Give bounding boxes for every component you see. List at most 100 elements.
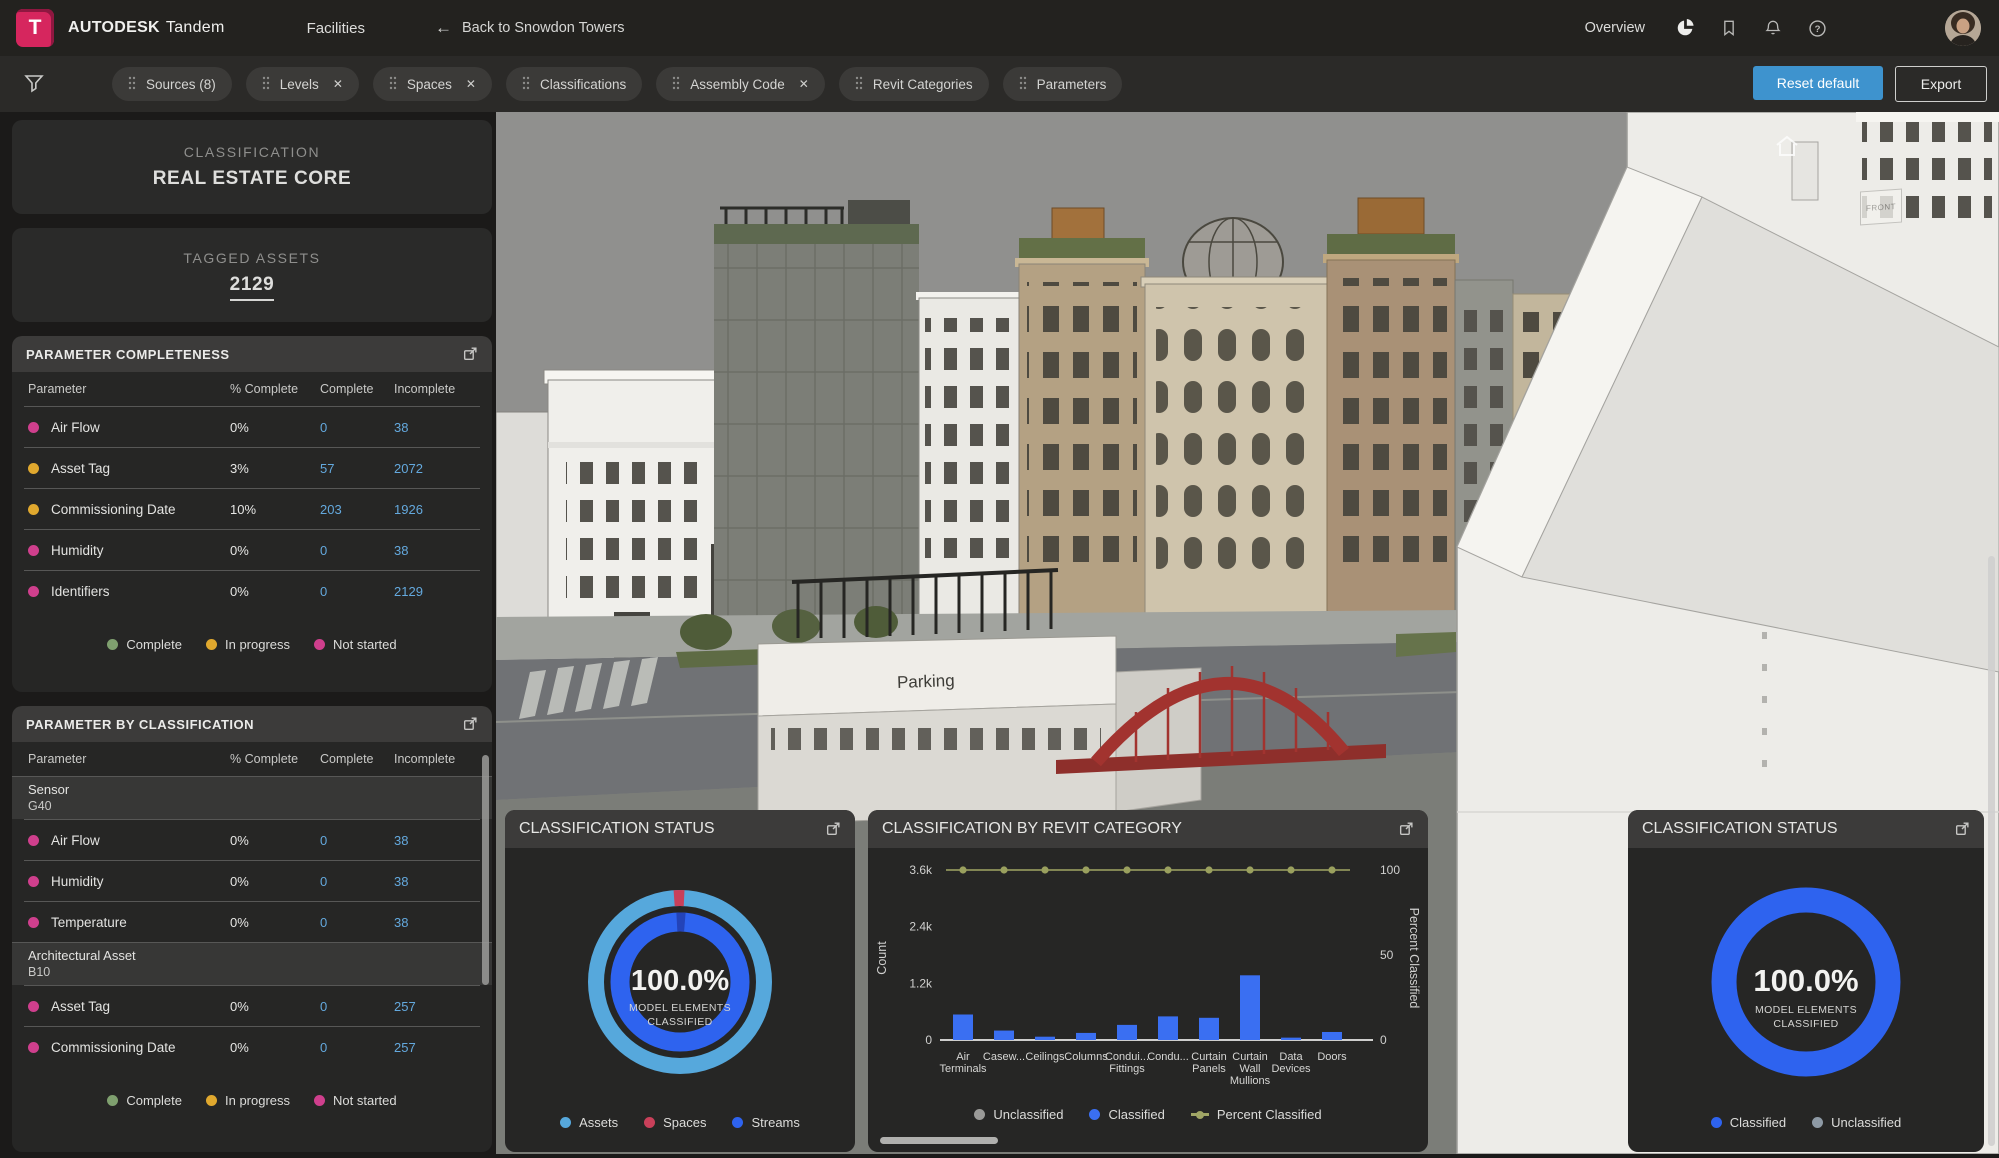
- legend-label: Complete: [126, 1093, 182, 1108]
- bookmark-icon[interactable]: [1717, 16, 1741, 40]
- open-in-new-icon[interactable]: [1954, 821, 1970, 837]
- svg-text:100: 100: [1380, 863, 1400, 877]
- bar-curtain-wall-mullions[interactable]: [1240, 975, 1260, 1040]
- incomplete-count-link[interactable]: 257: [394, 1040, 416, 1055]
- filter-funnel-icon[interactable]: [22, 72, 46, 96]
- remove-chip-icon[interactable]: ✕: [799, 77, 809, 91]
- complete-count-link[interactable]: 0: [320, 420, 327, 435]
- status-dot: [28, 835, 39, 846]
- legend-swatch: [107, 639, 118, 650]
- panel-scrollbar-thumb[interactable]: [482, 755, 489, 985]
- filter-chip-parameters[interactable]: Parameters: [1003, 67, 1123, 101]
- insights-pie-icon[interactable]: [1673, 16, 1697, 40]
- filter-chip-sources-8[interactable]: Sources (8): [112, 67, 232, 101]
- legend-item-not-started[interactable]: Not started: [314, 1093, 397, 1108]
- legend-item-unclassified[interactable]: Unclassified: [974, 1107, 1063, 1122]
- column-header-complete: % Complete: [230, 382, 320, 396]
- incomplete-count-link[interactable]: 2129: [394, 584, 423, 599]
- incomplete-count-link[interactable]: 38: [394, 874, 408, 889]
- bar-doors[interactable]: [1322, 1032, 1342, 1040]
- complete-count-link[interactable]: 0: [320, 543, 327, 558]
- incomplete-count-link[interactable]: 1926: [394, 502, 423, 517]
- classification-status-panel-right: CLASSIFICATION STATUS 100.0% MODEL ELEME…: [1628, 810, 1984, 1152]
- filter-chip-levels[interactable]: Levels✕: [246, 67, 359, 101]
- back-link-label: Back to Snowdon Towers: [462, 20, 625, 36]
- complete-count-link[interactable]: 57: [320, 461, 334, 476]
- reset-default-button[interactable]: Reset default: [1753, 66, 1883, 100]
- legend-item-in-progress[interactable]: In progress: [206, 1093, 290, 1108]
- svg-text:Count: Count: [875, 941, 889, 975]
- revit-category-header: CLASSIFICATION BY REVIT CATEGORY: [868, 810, 1428, 848]
- left-sidebar: CLASSIFICATION REAL ESTATE CORE TAGGED A…: [12, 120, 492, 1158]
- complete-count-link[interactable]: 203: [320, 502, 342, 517]
- category-label-curtain-wall-mullions: CurtainWallMullions: [1230, 1051, 1271, 1087]
- view-cube[interactable]: FRONT: [1854, 186, 1906, 230]
- bar-data-devices[interactable]: [1281, 1038, 1301, 1040]
- bar-condui-fittings[interactable]: [1117, 1025, 1137, 1040]
- legend-item-streams[interactable]: Streams: [732, 1115, 799, 1130]
- open-in-new-icon[interactable]: [1398, 821, 1414, 837]
- svg-text:Percent Classified: Percent Classified: [1407, 908, 1421, 1009]
- legend-label: Classified: [1108, 1107, 1164, 1122]
- view-cube-front-face[interactable]: FRONT: [1860, 189, 1902, 226]
- incomplete-count-link[interactable]: 2072: [394, 461, 423, 476]
- legend-item-complete[interactable]: Complete: [107, 637, 182, 652]
- bar-curtain-panels[interactable]: [1199, 1018, 1219, 1040]
- bar-air-terminals[interactable]: [953, 1015, 973, 1041]
- incomplete-count-link[interactable]: 38: [394, 543, 408, 558]
- complete-count-link[interactable]: 0: [320, 833, 327, 848]
- complete-count-link[interactable]: 0: [320, 915, 327, 930]
- complete-count-link[interactable]: 0: [320, 999, 327, 1014]
- group-code: B10: [28, 964, 476, 980]
- bar-columns[interactable]: [1076, 1033, 1096, 1040]
- filter-chip-revit-categories[interactable]: Revit Categories: [839, 67, 989, 101]
- drag-handle-icon: [522, 76, 530, 93]
- legend-item-percent-classified[interactable]: Percent Classified: [1191, 1107, 1322, 1122]
- remove-chip-icon[interactable]: ✕: [466, 77, 476, 91]
- open-in-new-icon[interactable]: [462, 716, 478, 732]
- notifications-bell-icon[interactable]: [1761, 16, 1785, 40]
- legend-item-classified[interactable]: Classified: [1089, 1107, 1164, 1122]
- remove-chip-icon[interactable]: ✕: [333, 77, 343, 91]
- incomplete-count-link[interactable]: 38: [394, 915, 408, 930]
- incomplete-count-link[interactable]: 38: [394, 833, 408, 848]
- legend-item-spaces[interactable]: Spaces: [644, 1115, 706, 1130]
- bar-casew[interactable]: [994, 1031, 1014, 1040]
- legend-item-assets[interactable]: Assets: [560, 1115, 618, 1130]
- export-button[interactable]: Export: [1895, 66, 1987, 102]
- legend-item-not-started[interactable]: Not started: [314, 637, 397, 652]
- brand-autodesk: AUTODESK: [68, 19, 160, 36]
- back-link[interactable]: ← Back to Snowdon Towers: [435, 18, 625, 38]
- nav-overview[interactable]: Overview: [1585, 20, 1645, 36]
- legend-item-unclassified[interactable]: Unclassified: [1812, 1115, 1901, 1130]
- filter-chip-spaces[interactable]: Spaces✕: [373, 67, 492, 101]
- legend-item-complete[interactable]: Complete: [107, 1093, 182, 1108]
- incomplete-count-link[interactable]: 257: [394, 999, 416, 1014]
- viewer-home-icon[interactable]: [1774, 134, 1800, 163]
- open-in-new-icon[interactable]: [825, 821, 841, 837]
- help-icon[interactable]: ?: [1805, 16, 1829, 40]
- filter-chip-classifications[interactable]: Classifications: [506, 67, 642, 101]
- chart-hscrollbar-thumb[interactable]: [880, 1137, 998, 1144]
- column-header-complete: Complete: [320, 382, 394, 396]
- nav-facilities[interactable]: Facilities: [307, 20, 365, 37]
- tagged-assets-count-link[interactable]: 2129: [230, 274, 275, 301]
- open-in-new-icon[interactable]: [462, 346, 478, 362]
- bar-ceilings[interactable]: [1035, 1037, 1055, 1040]
- drag-handle-icon: [672, 76, 680, 93]
- page-scrollbar-thumb[interactable]: [1988, 556, 1995, 1146]
- tandem-logo[interactable]: T: [16, 9, 54, 47]
- legend-item-classified[interactable]: Classified: [1711, 1115, 1786, 1130]
- user-avatar[interactable]: [1945, 10, 1981, 46]
- incomplete-count-link[interactable]: 38: [394, 420, 408, 435]
- filter-chip-label: Parameters: [1037, 77, 1107, 92]
- classification-status-header: CLASSIFICATION STATUS: [505, 810, 855, 848]
- bar-condu[interactable]: [1158, 1016, 1178, 1040]
- legend-item-in-progress[interactable]: In progress: [206, 637, 290, 652]
- complete-count-link[interactable]: 0: [320, 874, 327, 889]
- complete-count-link[interactable]: 0: [320, 584, 327, 599]
- complete-count-link[interactable]: 0: [320, 1040, 327, 1055]
- filter-chip-assembly-code[interactable]: Assembly Code✕: [656, 67, 825, 101]
- classification-by-revit-category-panel: CLASSIFICATION BY REVIT CATEGORY 01.2k2.…: [868, 810, 1428, 1152]
- status-legend: Complete In progress Not started: [12, 1093, 492, 1108]
